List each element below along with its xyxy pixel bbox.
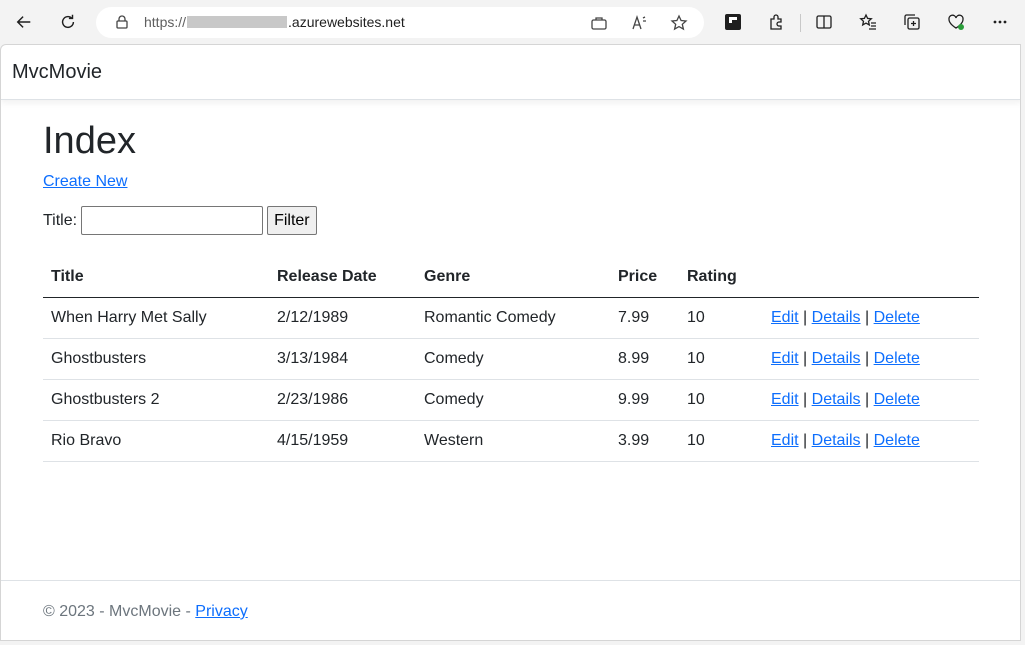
action-separator: | — [865, 349, 870, 367]
cell-title: When Harry Met Sally — [43, 297, 269, 339]
table-row: Ghostbusters 2 2/23/1986 Comedy 9.99 10 … — [43, 379, 979, 421]
flipboard-extension-icon[interactable] — [723, 12, 743, 32]
cell-genre: Western — [416, 420, 610, 462]
movies-table: Title Release Date Genre Price Rating Wh… — [43, 257, 979, 462]
cell-genre: Romantic Comedy — [416, 297, 610, 339]
header-release-date: Release Date — [269, 257, 416, 298]
details-link[interactable]: Details — [812, 350, 861, 367]
edit-link[interactable]: Edit — [771, 350, 799, 367]
action-separator: | — [865, 390, 870, 408]
navbar-brand[interactable]: MvcMovie — [12, 61, 102, 84]
cell-release-date: 2/23/1986 — [269, 379, 416, 421]
cell-title: Ghostbusters 2 — [43, 379, 269, 421]
collections-icon[interactable] — [902, 12, 922, 32]
action-separator: | — [803, 349, 808, 367]
action-separator: | — [803, 431, 808, 449]
cell-rating: 10 — [679, 420, 763, 462]
cell-title: Ghostbusters — [43, 338, 269, 380]
cell-price: 7.99 — [610, 297, 679, 339]
refresh-icon[interactable] — [54, 8, 82, 36]
url-text: https://.azurewebsites.net — [144, 14, 405, 30]
redacted-host — [187, 16, 288, 28]
edit-link[interactable]: Edit — [771, 391, 799, 408]
details-link[interactable]: Details — [812, 432, 861, 449]
delete-link[interactable]: Delete — [874, 309, 920, 326]
filter-title-label: Title: — [43, 211, 78, 229]
more-menu-icon[interactable] — [990, 12, 1010, 32]
create-new-link[interactable]: Create New — [43, 173, 127, 191]
cell-rating: 10 — [679, 379, 763, 421]
cell-price: 8.99 — [610, 338, 679, 380]
extensions-icon[interactable] — [766, 12, 786, 32]
address-bar[interactable]: https://.azurewebsites.net — [96, 7, 704, 38]
page-viewport: MvcMovie Index Create New Title: Filter … — [0, 44, 1021, 641]
cell-rating: 10 — [679, 338, 763, 380]
copyright-text: © 2023 - MvcMovie - — [43, 603, 191, 620]
title-filter-input[interactable] — [81, 206, 264, 235]
back-icon[interactable] — [10, 8, 38, 36]
toolbar-divider — [800, 14, 801, 32]
delete-link[interactable]: Delete — [874, 350, 920, 367]
cell-actions: Edit | Details | Delete — [763, 379, 979, 421]
privacy-link[interactable]: Privacy — [195, 603, 247, 620]
footer-text: © 2023 - MvcMovie - Privacy — [43, 603, 248, 621]
table-row: When Harry Met Sally 2/12/1989 Romantic … — [43, 297, 979, 339]
header-title: Title — [43, 257, 269, 298]
header-rating: Rating — [679, 257, 763, 298]
app-available-icon[interactable] — [590, 14, 608, 32]
cell-rating: 10 — [679, 297, 763, 339]
cell-title: Rio Bravo — [43, 420, 269, 462]
delete-link[interactable]: Delete — [874, 432, 920, 449]
site-navbar: MvcMovie — [1, 45, 1020, 100]
cell-actions: Edit | Details | Delete — [763, 297, 979, 339]
header-price: Price — [610, 257, 679, 298]
cell-price: 3.99 — [610, 420, 679, 462]
split-screen-icon[interactable] — [814, 12, 834, 32]
cell-release-date: 2/12/1989 — [269, 297, 416, 339]
favorites-icon[interactable] — [858, 12, 878, 32]
details-link[interactable]: Details — [812, 309, 861, 326]
window-edge — [1021, 44, 1025, 645]
action-separator: | — [803, 308, 808, 326]
browser-toolbar: https://.azurewebsites.net — [0, 0, 1025, 44]
edit-link[interactable]: Edit — [771, 309, 799, 326]
cell-genre: Comedy — [416, 338, 610, 380]
header-genre: Genre — [416, 257, 610, 298]
action-separator: | — [865, 431, 870, 449]
filter-form: Title: Filter — [43, 206, 979, 235]
cell-actions: Edit | Details | Delete — [763, 420, 979, 462]
filter-button[interactable]: Filter — [267, 206, 317, 235]
read-aloud-icon[interactable] — [630, 14, 648, 32]
site-footer: © 2023 - MvcMovie - Privacy — [1, 580, 1020, 640]
browser-essentials-icon[interactable] — [946, 12, 966, 32]
cell-actions: Edit | Details | Delete — [763, 338, 979, 380]
cell-release-date: 4/15/1959 — [269, 420, 416, 462]
delete-link[interactable]: Delete — [874, 391, 920, 408]
edit-link[interactable]: Edit — [771, 432, 799, 449]
cell-release-date: 3/13/1984 — [269, 338, 416, 380]
cell-price: 9.99 — [610, 379, 679, 421]
details-link[interactable]: Details — [812, 391, 861, 408]
table-row: Rio Bravo 4/15/1959 Western 3.99 10 Edit… — [43, 420, 979, 462]
action-separator: | — [865, 308, 870, 326]
main-content: Index Create New Title: Filter Title Rel… — [43, 117, 979, 462]
page-title: Index — [43, 120, 136, 162]
action-separator: | — [803, 390, 808, 408]
header-actions — [763, 257, 979, 298]
lock-icon — [116, 15, 128, 29]
cell-genre: Comedy — [416, 379, 610, 421]
favorite-star-icon[interactable] — [670, 14, 688, 32]
table-row: Ghostbusters 3/13/1984 Comedy 8.99 10 Ed… — [43, 338, 979, 380]
table-header-row: Title Release Date Genre Price Rating — [43, 257, 979, 298]
